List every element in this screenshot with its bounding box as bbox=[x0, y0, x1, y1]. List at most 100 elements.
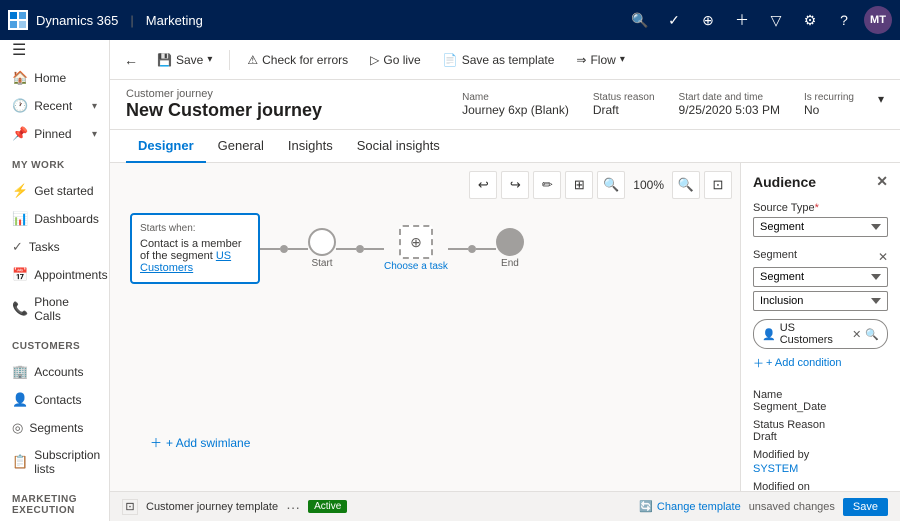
journey-start-box[interactable]: Starts when: Contact is a member of the … bbox=[130, 213, 260, 284]
page-title: New Customer journey bbox=[126, 100, 322, 121]
sidebar-item-accounts[interactable]: 🏢 Accounts bbox=[0, 358, 109, 386]
meta-date: Start date and time 9/25/2020 5:03 PM bbox=[679, 92, 780, 117]
toolbar: ← 💾 Save ▾ ⚠ Check for errors ▷ Go live … bbox=[110, 40, 900, 80]
filter-icon[interactable]: ▽ bbox=[762, 6, 790, 34]
sidebar-item-dashboards[interactable]: 📊 Dashboards bbox=[0, 205, 109, 233]
sidebar-item-tasks[interactable]: ✓ Tasks bbox=[0, 233, 109, 261]
add-condition-button[interactable]: ＋ + Add condition bbox=[753, 355, 888, 371]
back-button[interactable]: ← bbox=[118, 48, 144, 72]
fit-button[interactable]: ⊡ bbox=[704, 171, 732, 199]
inclusion-select[interactable]: Inclusion bbox=[753, 291, 888, 311]
redo-button[interactable]: ↪ bbox=[501, 171, 529, 199]
sidebar-item-get-started[interactable]: ⚡ Get started bbox=[0, 177, 109, 205]
zoom-level: 100% bbox=[629, 178, 668, 192]
top-nav-icons: 🔍 ✓ ⊕ ＋ ▽ ⚙ ? MT bbox=[626, 6, 892, 34]
page-subtitle: Customer journey bbox=[126, 88, 322, 100]
tabs: Designer General Insights Social insight… bbox=[110, 130, 900, 163]
sidebar-item-segments[interactable]: ◎ Segments bbox=[0, 414, 109, 442]
canvas-area[interactable]: ↩ ↪ ✏ ⊞ 🔍 100% 🔍 ⊡ Starts when: Contac bbox=[110, 163, 740, 491]
unsaved-text: unsaved changes bbox=[749, 501, 835, 513]
sidebar-label-tasks: Tasks bbox=[29, 240, 60, 254]
grid-button[interactable]: ⊞ bbox=[565, 171, 593, 199]
brand-area: Dynamics 365 | Marketing bbox=[8, 10, 203, 30]
undo-button[interactable]: ↩ bbox=[469, 171, 497, 199]
field-name-value: Segment_Date bbox=[753, 401, 888, 413]
sidebar-top-section: 🏠 Home 🕐 Recent ▾ 📌 Pinned ▾ bbox=[0, 60, 109, 152]
recent-chevron: ▾ bbox=[92, 101, 97, 112]
meta-expand-button[interactable]: ▾ bbox=[878, 92, 884, 106]
sidebar-item-home[interactable]: 🏠 Home bbox=[0, 64, 109, 92]
source-type-select[interactable]: Segment bbox=[753, 217, 888, 237]
sidebar-label-phonecalls: Phone Calls bbox=[34, 295, 97, 323]
avatar[interactable]: MT bbox=[864, 6, 892, 34]
sidebar-toggle[interactable]: ☰ bbox=[0, 40, 109, 60]
go-live-button[interactable]: ▷ Go live bbox=[361, 48, 430, 72]
save-caret[interactable]: ▾ bbox=[207, 54, 212, 65]
tab-general[interactable]: General bbox=[206, 130, 276, 163]
tag-remove-button[interactable]: ✕ bbox=[852, 328, 861, 341]
task-label[interactable]: Choose a task bbox=[384, 261, 448, 272]
add-swimlane-button[interactable]: ＋ + Add swimlane bbox=[150, 434, 250, 451]
dots-menu-button[interactable]: ··· bbox=[286, 499, 300, 515]
field-status-value: Draft bbox=[753, 431, 888, 443]
zoom-in-button[interactable]: 🔍 bbox=[672, 171, 700, 199]
flow-caret[interactable]: ▾ bbox=[620, 54, 625, 65]
task-node[interactable]: ⊕ Choose a task bbox=[384, 225, 448, 272]
customers-header: Customers bbox=[0, 333, 109, 354]
check-icon: ⚠ bbox=[247, 53, 258, 67]
add-icon: ＋ bbox=[753, 355, 764, 371]
flow-button[interactable]: ⇒ Flow ▾ bbox=[567, 48, 633, 72]
location-icon[interactable]: ⊕ bbox=[694, 6, 722, 34]
expand-icon[interactable]: ⊡ bbox=[122, 499, 138, 515]
start-circle[interactable] bbox=[308, 228, 336, 256]
field-modifiedby-link[interactable]: SYSTEM bbox=[753, 463, 798, 475]
sidebar-item-subscription-lists[interactable]: 📋 Subscription lists bbox=[0, 442, 109, 482]
sidebar-item-phonecalls[interactable]: 📞 Phone Calls bbox=[0, 289, 109, 329]
bottom-save-button[interactable]: Save bbox=[843, 498, 888, 516]
zoom-out-button[interactable]: 🔍 bbox=[597, 171, 625, 199]
dot-3 bbox=[468, 245, 476, 253]
line-3b bbox=[476, 248, 496, 250]
segment-select[interactable]: Segment bbox=[753, 267, 888, 287]
sidebar-label-segments: Segments bbox=[29, 421, 83, 435]
end-node: End bbox=[496, 228, 524, 269]
checkmark-icon[interactable]: ✓ bbox=[660, 6, 688, 34]
task-box[interactable]: ⊕ bbox=[399, 225, 433, 259]
mywork-header: My Work bbox=[0, 152, 109, 173]
connector-3 bbox=[448, 245, 496, 253]
get-started-icon: ⚡ bbox=[12, 183, 28, 199]
meta-recurring: Is recurring No bbox=[804, 92, 854, 117]
change-template-button[interactable]: 🔄 Change template bbox=[639, 500, 740, 513]
segment-remove-icon[interactable]: ✕ bbox=[878, 250, 888, 264]
status-badge: Active bbox=[308, 500, 347, 513]
tasks-icon: ✓ bbox=[12, 239, 23, 255]
line-1b bbox=[288, 248, 308, 250]
tab-insights[interactable]: Insights bbox=[276, 130, 345, 163]
sidebar-item-pinned[interactable]: 📌 Pinned ▾ bbox=[0, 120, 109, 148]
sidebar-item-contacts[interactable]: 👤 Contacts bbox=[0, 386, 109, 414]
meta-name: Name Journey 6xp (Blank) bbox=[462, 92, 569, 117]
appointments-icon: 📅 bbox=[12, 267, 28, 283]
panel-close-button[interactable]: ✕ bbox=[876, 173, 888, 190]
bottom-bar: ⊡ Customer journey template ··· Active 🔄… bbox=[110, 491, 900, 521]
tag-search-icon[interactable]: 🔍 bbox=[865, 328, 879, 341]
marketing-exec-header: Marketing execution bbox=[0, 486, 109, 518]
tab-social-insights[interactable]: Social insights bbox=[345, 130, 452, 163]
save-as-template-button[interactable]: 📄 Save as template bbox=[434, 48, 564, 72]
field-modifiedon-label: Modified on bbox=[753, 481, 888, 491]
sidebar-label-home: Home bbox=[34, 71, 66, 85]
segment-link[interactable]: US Customers bbox=[140, 250, 231, 274]
settings-icon[interactable]: ⚙ bbox=[796, 6, 824, 34]
sidebar-item-appointments[interactable]: 📅 Appointments bbox=[0, 261, 109, 289]
save-button[interactable]: 💾 Save ▾ bbox=[148, 48, 221, 72]
fields-section: Name Segment_Date Status Reason Draft Mo… bbox=[741, 377, 900, 491]
journey-start-text: Contact is a member of the segment US Cu… bbox=[140, 238, 250, 274]
check-errors-button[interactable]: ⚠ Check for errors bbox=[238, 48, 357, 72]
sidebar-item-recent[interactable]: 🕐 Recent ▾ bbox=[0, 92, 109, 120]
tab-designer[interactable]: Designer bbox=[126, 130, 206, 163]
phonecalls-icon: 📞 bbox=[12, 301, 28, 317]
search-icon[interactable]: 🔍 bbox=[626, 6, 654, 34]
plus-icon[interactable]: ＋ bbox=[728, 6, 756, 34]
pencil-button[interactable]: ✏ bbox=[533, 171, 561, 199]
question-icon[interactable]: ? bbox=[830, 6, 858, 34]
